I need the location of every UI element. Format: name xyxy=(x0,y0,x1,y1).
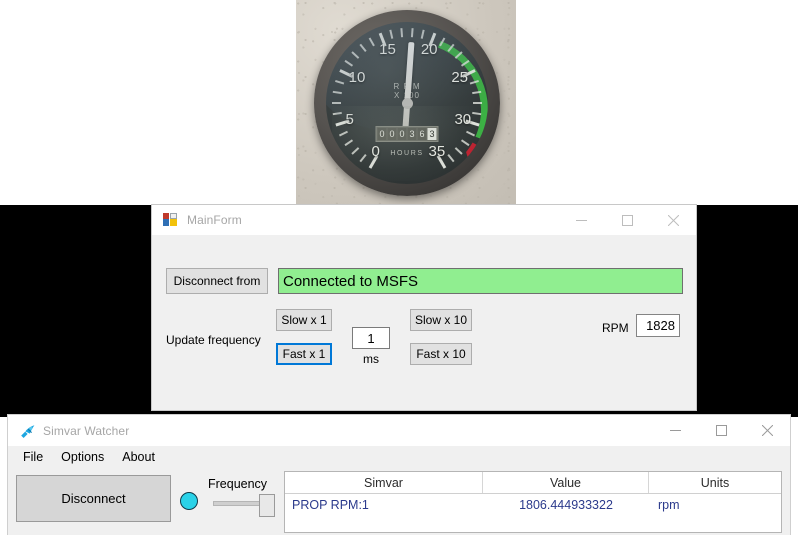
aircraft-tachometer-photo: 05101520253035 R P M X 100 000363 HOURS xyxy=(296,0,516,205)
connection-status-led xyxy=(180,492,198,510)
simvar-titlebar[interactable]: Simvar Watcher xyxy=(8,415,790,446)
gauge-dial: 05101520253035 R P M X 100 000363 HOURS xyxy=(326,22,488,184)
simvar-value-cell: 1806.444933322 xyxy=(483,494,649,515)
grid-column-header-units[interactable]: Units xyxy=(649,472,781,493)
fast-x1-button[interactable]: Fast x 1 xyxy=(276,343,332,365)
grid-column-header-simvar[interactable]: Simvar xyxy=(285,472,483,493)
simvar-watcher-window[interactable]: Simvar Watcher FileOptionsAbout Disconne… xyxy=(8,415,790,535)
slow-x10-button[interactable]: Slow x 10 xyxy=(410,309,472,331)
grid-column-header-value[interactable]: Value xyxy=(483,472,649,493)
close-icon[interactable] xyxy=(744,415,790,445)
disconnect-button[interactable]: Disconnect xyxy=(16,475,171,522)
simvar-body: Disconnect Frequency SimvarValueUnits PR… xyxy=(8,468,790,535)
menu-item-about[interactable]: About xyxy=(113,448,164,466)
maximize-icon[interactable] xyxy=(604,205,650,235)
grid-body: PROP RPM:11806.444933322rpm xyxy=(285,494,781,515)
simvar-name-cell: PROP RPM:1 xyxy=(285,494,483,515)
mainform-window[interactable]: MainForm Disconnect from Connected to MS… xyxy=(152,205,696,410)
glass-reflection-lower xyxy=(332,106,481,181)
menu-bar: FileOptionsAbout xyxy=(8,446,790,468)
mainform-body: Disconnect from Connected to MSFS Update… xyxy=(152,235,696,410)
simvar-data-grid[interactable]: SimvarValueUnits PROP RPM:11806.44493332… xyxy=(284,471,782,533)
update-interval-input[interactable]: 1 xyxy=(352,327,390,349)
rpm-value-field: 1828 xyxy=(636,314,680,337)
close-icon[interactable] xyxy=(650,205,696,235)
frequency-slider-thumb[interactable] xyxy=(259,494,275,517)
table-row[interactable]: PROP RPM:11806.444933322rpm xyxy=(285,494,781,515)
connection-status-field: Connected to MSFS xyxy=(278,268,683,294)
mainform-title: MainForm xyxy=(187,213,242,227)
minimize-icon[interactable] xyxy=(558,205,604,235)
menu-item-options[interactable]: Options xyxy=(52,448,113,466)
disconnect-from-button[interactable]: Disconnect from xyxy=(166,268,268,294)
simvar-window-buttons xyxy=(652,415,790,445)
vb-form-icon xyxy=(163,212,179,228)
gauge-bezel: 05101520253035 R P M X 100 000363 HOURS xyxy=(314,10,500,196)
simvar-units-cell: rpm xyxy=(649,494,781,515)
fast-x10-button[interactable]: Fast x 10 xyxy=(410,343,472,365)
frequency-label: Frequency xyxy=(208,477,267,491)
mainform-window-buttons xyxy=(558,205,696,235)
minimize-icon[interactable] xyxy=(652,415,698,445)
update-frequency-label: Update frequency xyxy=(166,333,261,347)
maximize-icon[interactable] xyxy=(698,415,744,445)
simvar-title: Simvar Watcher xyxy=(43,424,129,438)
plug-connector-icon xyxy=(19,423,35,439)
grid-header-row: SimvarValueUnits xyxy=(285,472,781,494)
ms-unit-label: ms xyxy=(352,352,390,366)
rpm-label: RPM xyxy=(602,321,629,335)
slow-x1-button[interactable]: Slow x 1 xyxy=(276,309,332,331)
mainform-titlebar[interactable]: MainForm xyxy=(152,205,696,235)
menu-item-file[interactable]: File xyxy=(14,448,52,466)
